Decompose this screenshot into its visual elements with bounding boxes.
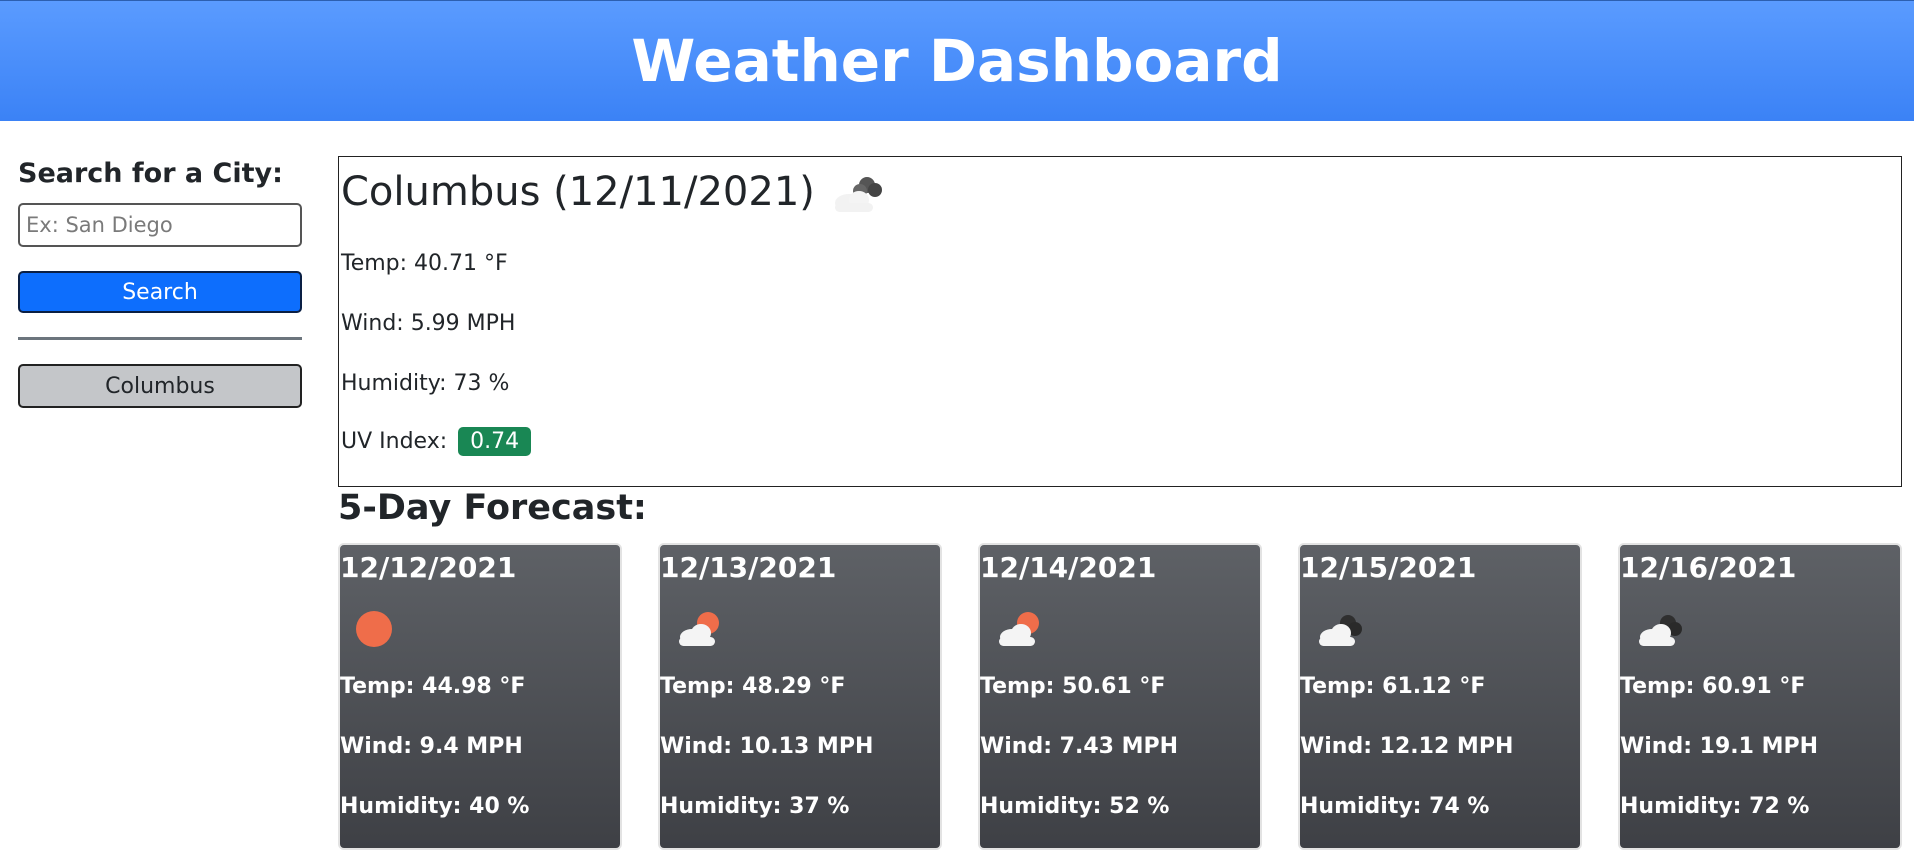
- current-city-title: Columbus (12/11/2021): [341, 169, 815, 215]
- forecast-date: 12/15/2021: [1300, 551, 1477, 584]
- search-button[interactable]: Search: [18, 271, 302, 313]
- forecast-date: 12/16/2021: [1620, 551, 1797, 584]
- forecast-temp: Temp: 61.12 °F: [1300, 674, 1486, 699]
- cloudy-icon: [834, 177, 882, 212]
- sun-icon: [356, 611, 392, 647]
- forecast-humidity: Humidity: 74 %: [1300, 794, 1490, 819]
- current-weather-card: Columbus (12/11/2021) Temp: 40.71 °F Win…: [338, 156, 1902, 487]
- history-button-columbus[interactable]: Columbus: [18, 364, 302, 408]
- forecast-card: 12/12/2021 Temp: 44.98 °F Wind: 9.4 MPH …: [338, 543, 622, 850]
- uv-label: UV Index:: [341, 429, 448, 454]
- forecast-humidity: Humidity: 40 %: [340, 794, 530, 819]
- partly-cloudy-icon: [999, 612, 1039, 646]
- forecast-card: 12/15/2021 Temp: 61.12 °F Wind: 12.12 MP…: [1298, 543, 1582, 850]
- forecast-temp: Temp: 44.98 °F: [340, 674, 526, 699]
- cloudy-icon: [1319, 615, 1362, 646]
- forecast-date: 12/14/2021: [980, 551, 1157, 584]
- forecast-date: 12/12/2021: [340, 551, 517, 584]
- forecast-temp: Temp: 60.91 °F: [1620, 674, 1806, 699]
- search-heading: Search for a City:: [18, 158, 283, 189]
- forecast-card: 12/14/2021 Temp: 50.61 °F Wind: 7.43 MPH…: [978, 543, 1262, 850]
- uv-index-badge: 0.74: [458, 427, 532, 456]
- cloudy-icon: [1639, 615, 1682, 646]
- current-humidity: Humidity: 73 %: [341, 371, 510, 396]
- forecast-card: 12/13/2021 Temp: 48.29 °F Wind: 10.13 MP…: [658, 543, 942, 850]
- page-title: Weather Dashboard: [631, 27, 1283, 95]
- forecast-card: 12/16/2021 Temp: 60.91 °F Wind: 19.1 MPH…: [1618, 543, 1902, 850]
- forecast-wind: Wind: 7.43 MPH: [980, 734, 1179, 759]
- forecast-wind: Wind: 9.4 MPH: [340, 734, 523, 759]
- current-temp: Temp: 40.71 °F: [341, 251, 508, 276]
- forecast-date: 12/13/2021: [660, 551, 837, 584]
- forecast-humidity: Humidity: 72 %: [1620, 794, 1810, 819]
- forecast-wind: Wind: 10.13 MPH: [660, 734, 874, 759]
- partly-cloudy-icon: [679, 612, 719, 646]
- search-sidebar: Search for a City: Search Columbus: [18, 158, 302, 408]
- city-search-input[interactable]: [18, 203, 302, 247]
- forecast-temp: Temp: 50.61 °F: [980, 674, 1166, 699]
- forecast-temp: Temp: 48.29 °F: [660, 674, 846, 699]
- forecast-wind: Wind: 19.1 MPH: [1620, 734, 1819, 759]
- forecast-title: 5-Day Forecast:: [338, 488, 647, 528]
- sidebar-divider: [18, 337, 302, 340]
- forecast-humidity: Humidity: 37 %: [660, 794, 850, 819]
- current-wind: Wind: 5.99 MPH: [341, 311, 516, 336]
- forecast-humidity: Humidity: 52 %: [980, 794, 1170, 819]
- current-uv-row: UV Index: 0.74: [341, 427, 532, 456]
- page-header: Weather Dashboard: [0, 0, 1914, 121]
- forecast-wind: Wind: 12.12 MPH: [1300, 734, 1514, 759]
